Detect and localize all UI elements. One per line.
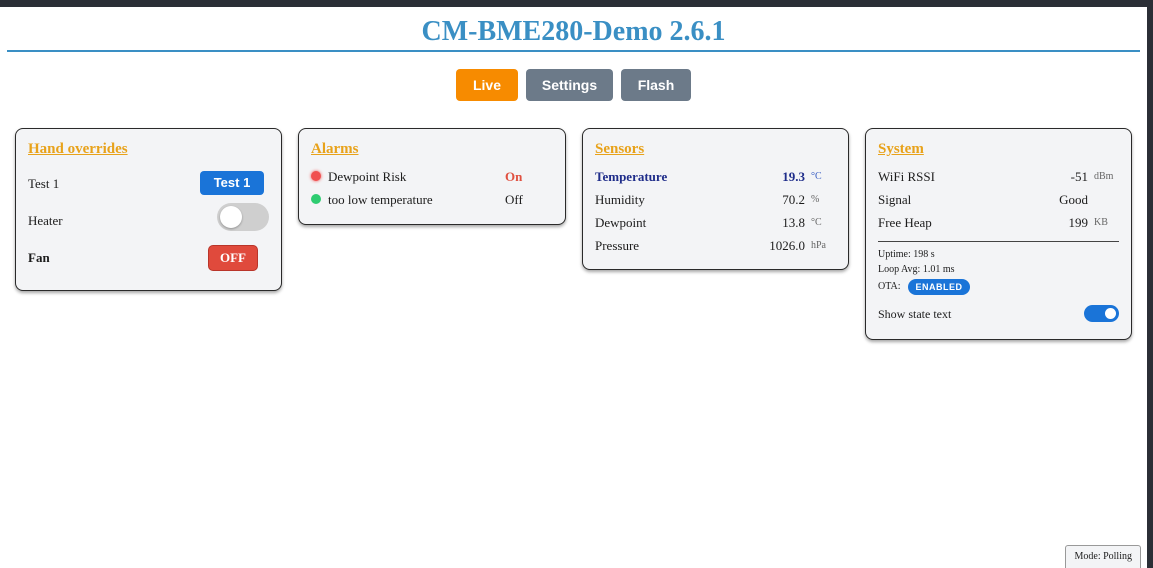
- ota-status-badge: ENABLED: [908, 279, 970, 295]
- system-value-signal: Good: [1059, 192, 1088, 207]
- alarm-state: On: [505, 169, 523, 184]
- sensor-value-dewpoint: 13.8: [782, 215, 805, 230]
- page: CM-BME280-Demo 2.6.1 Live Settings Flash…: [0, 7, 1147, 568]
- system-divider: [878, 241, 1119, 242]
- alarms-title: Alarms: [311, 141, 359, 157]
- title-divider: [7, 50, 1140, 52]
- sensor-label-temperature: Temperature: [595, 169, 668, 184]
- sensor-unit: °C: [811, 171, 822, 182]
- alarm-indicator-green-icon: [311, 194, 321, 204]
- system-value-heap: 199: [1068, 215, 1089, 230]
- sensor-value-pressure: 1026.0: [769, 238, 805, 253]
- system-card: System WiFi RSSI -51 dBm Signal Good Fre…: [865, 128, 1132, 340]
- system-value-rssi: -51: [1070, 169, 1088, 184]
- sensor-label-pressure: Pressure: [595, 238, 640, 253]
- ota-label: OTA:: [878, 281, 901, 292]
- sensors-title: Sensors: [595, 141, 645, 157]
- nav-live-button[interactable]: Live: [456, 69, 518, 101]
- test1-button[interactable]: Test 1: [200, 171, 264, 195]
- toggle-knob: [220, 206, 242, 228]
- show-state-label: Show state text: [878, 307, 952, 321]
- system-title: System: [878, 141, 924, 157]
- alarm-label: too low temperature: [328, 192, 433, 207]
- mode-indicator: Mode: Polling: [1065, 545, 1141, 568]
- system-label-rssi: WiFi RSSI: [878, 169, 935, 184]
- alarm-state: Off: [505, 192, 523, 207]
- sensor-unit: °C: [811, 217, 822, 228]
- sensor-label-dewpoint: Dewpoint: [595, 215, 647, 230]
- heater-label: Heater: [28, 213, 63, 228]
- uptime-text: Uptime: 198 s: [878, 249, 935, 260]
- system-unit: dBm: [1094, 171, 1114, 182]
- system-unit: KB: [1094, 217, 1108, 228]
- nav-bar: Live Settings Flash: [0, 69, 1147, 101]
- fan-off-button[interactable]: OFF: [208, 245, 258, 271]
- fan-label: Fan: [28, 250, 50, 265]
- hand-overrides-title: Hand overrides: [28, 141, 128, 157]
- system-label-heap: Free Heap: [878, 215, 932, 230]
- alarms-card: Alarms Dewpoint Risk On too low temperat…: [298, 128, 566, 225]
- nav-settings-button[interactable]: Settings: [526, 69, 613, 101]
- alarm-label: Dewpoint Risk: [328, 169, 407, 184]
- loop-avg-text: Loop Avg: 1.01 ms: [878, 264, 955, 275]
- test1-label: Test 1: [28, 176, 60, 191]
- sensors-card: Sensors Temperature 19.3 °C Humidity 70.…: [582, 128, 849, 270]
- nav-flash-button[interactable]: Flash: [621, 69, 691, 101]
- page-title: CM-BME280-Demo 2.6.1: [421, 16, 726, 47]
- system-label-signal: Signal: [878, 192, 912, 207]
- sensor-unit: hPa: [811, 240, 826, 251]
- hand-overrides-card: Hand overrides Test 1 Test 1 Heater Fan …: [15, 128, 282, 291]
- heater-toggle[interactable]: [217, 203, 269, 231]
- sensor-value-temperature: 19.3: [782, 169, 805, 184]
- show-state-toggle[interactable]: [1084, 305, 1119, 322]
- alarm-indicator-red-icon: [311, 171, 321, 181]
- sensor-unit: %: [811, 194, 820, 205]
- toggle-knob: [1105, 308, 1116, 319]
- sensor-label-humidity: Humidity: [595, 192, 645, 207]
- sensor-value-humidity: 70.2: [782, 192, 805, 207]
